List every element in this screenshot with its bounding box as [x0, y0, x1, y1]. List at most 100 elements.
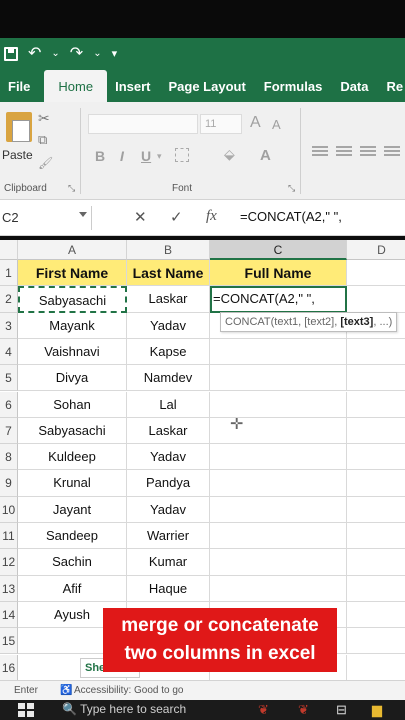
data-cell[interactable]: Kuldeep — [18, 444, 127, 471]
cancel-formula-icon[interactable]: ✕ — [134, 208, 147, 226]
cell[interactable] — [210, 575, 347, 602]
format-painter-icon[interactable]: 🖌 — [38, 156, 53, 170]
data-cell[interactable]: Lal — [127, 391, 210, 418]
data-cell[interactable]: Sachin — [18, 549, 127, 576]
row-header[interactable]: 1 — [0, 260, 18, 287]
row-header[interactable]: 9 — [0, 470, 18, 497]
column-header-d[interactable]: D — [347, 240, 405, 260]
chevron-down-icon[interactable] — [79, 212, 87, 217]
row-header[interactable]: 11 — [0, 523, 18, 550]
paste-label[interactable]: Paste — [2, 148, 33, 162]
tab-review[interactable]: Re — [379, 70, 405, 102]
row-header[interactable]: 2 — [0, 286, 18, 313]
task-view-icon[interactable]: ⊟ — [336, 702, 347, 718]
cell[interactable] — [347, 365, 405, 392]
redo-icon[interactable]: ↷ — [70, 46, 83, 62]
italic-button[interactable]: I — [120, 148, 124, 164]
name-box[interactable]: C2 — [0, 206, 92, 230]
header-cell[interactable]: First Name — [18, 260, 127, 287]
tab-formulas[interactable]: Formulas — [256, 70, 333, 102]
insert-function-icon[interactable]: fx — [206, 208, 217, 225]
tab-data[interactable]: Data — [332, 70, 378, 102]
row-header[interactable]: 12 — [0, 549, 18, 576]
data-cell[interactable]: Kapse — [127, 338, 210, 366]
shrink-font-button[interactable]: A — [272, 117, 281, 132]
column-header-b[interactable]: B — [127, 240, 210, 260]
row-header[interactable]: 7 — [0, 417, 18, 445]
tab-insert[interactable]: Insert — [107, 70, 160, 102]
accessibility-icon[interactable]: ♿ — [60, 685, 72, 696]
column-header-c[interactable]: C — [210, 240, 347, 260]
cell[interactable] — [347, 260, 405, 287]
align-top-icon[interactable] — [312, 146, 328, 160]
row-header[interactable]: 13 — [0, 575, 18, 602]
cell[interactable] — [347, 602, 405, 629]
taskbar-search[interactable]: 🔍 Type here to search — [62, 702, 186, 716]
paste-icon[interactable] — [6, 112, 32, 142]
data-cell[interactable]: Namdev — [127, 365, 210, 392]
row-header[interactable]: 3 — [0, 312, 18, 339]
cell[interactable] — [347, 523, 405, 550]
align-bottom-icon[interactable] — [360, 146, 376, 160]
cell[interactable] — [210, 496, 347, 523]
cell[interactable] — [347, 418, 405, 445]
cell[interactable] — [347, 549, 405, 576]
undo-icon[interactable]: ↶ — [28, 46, 41, 62]
data-cell[interactable]: Sabyasachi — [18, 417, 127, 445]
data-cell[interactable]: Jayant — [18, 496, 127, 523]
data-cell[interactable]: Krunal — [18, 470, 127, 497]
cell[interactable] — [210, 444, 347, 471]
cell[interactable] — [210, 365, 347, 392]
cell[interactable] — [347, 655, 405, 680]
undo-dropdown-icon[interactable]: ⌄ — [51, 49, 59, 59]
cell[interactable] — [210, 470, 347, 497]
cell[interactable] — [347, 470, 405, 497]
cell[interactable] — [347, 392, 405, 418]
data-cell[interactable]: Divya — [18, 365, 127, 392]
font-color-button[interactable]: A — [260, 147, 271, 164]
data-cell[interactable]: Mayank — [18, 312, 127, 339]
data-cell[interactable]: Yadav — [127, 496, 210, 523]
row-header[interactable]: 4 — [0, 338, 18, 366]
tab-home[interactable]: Home — [44, 70, 108, 102]
align-left-icon[interactable] — [384, 146, 400, 160]
data-cell[interactable]: Sandeep — [18, 523, 127, 550]
enter-formula-icon[interactable]: ✓ — [170, 208, 183, 226]
data-cell[interactable]: Warrier — [127, 523, 210, 550]
cell[interactable] — [347, 497, 405, 523]
cell[interactable] — [347, 339, 405, 366]
cell[interactable] — [210, 549, 347, 576]
active-cell-c2[interactable]: =CONCAT(A2," ", — [210, 286, 347, 313]
cell[interactable] — [210, 338, 347, 366]
bold-button[interactable]: B — [95, 148, 105, 164]
cell[interactable] — [347, 444, 405, 471]
row-header[interactable]: 8 — [0, 444, 18, 471]
data-cell[interactable]: Yadav — [127, 312, 210, 339]
accessibility-status[interactable]: Accessibility: Good to go — [74, 685, 184, 696]
data-cell[interactable]: Sohan — [18, 391, 127, 418]
row-header[interactable]: 6 — [0, 391, 18, 418]
tab-page-layout[interactable]: Page Layout — [161, 70, 256, 102]
tab-file[interactable]: File — [0, 70, 40, 102]
file-explorer-icon[interactable]: ▆ — [372, 702, 382, 718]
cell[interactable] — [347, 286, 405, 313]
header-cell[interactable]: Last Name — [127, 260, 210, 287]
cut-icon[interactable]: ✂ — [38, 110, 50, 127]
header-cell[interactable]: Full Name — [210, 260, 347, 287]
select-all-corner[interactable] — [0, 240, 18, 260]
copy-icon[interactable]: ⧉ — [38, 132, 47, 148]
underline-dropdown-icon[interactable]: ▾ — [157, 151, 162, 162]
data-cell[interactable]: Kumar — [127, 549, 210, 576]
cell[interactable] — [210, 391, 347, 418]
row-header[interactable]: 15 — [0, 628, 18, 655]
cell[interactable] — [347, 628, 405, 655]
data-cell[interactable]: Pandya — [127, 470, 210, 497]
redo-dropdown-icon[interactable]: ⌄ — [93, 49, 101, 59]
row-header[interactable]: 14 — [0, 601, 18, 629]
data-cell[interactable]: Vaishnavi — [18, 338, 127, 366]
data-cell[interactable]: Haque — [127, 575, 210, 602]
cell[interactable] — [210, 523, 347, 550]
clipboard-launcher-icon[interactable]: ⤡ — [68, 183, 75, 194]
data-cell[interactable]: Laskar — [127, 417, 210, 445]
font-launcher-icon[interactable]: ⤡ — [288, 183, 295, 194]
